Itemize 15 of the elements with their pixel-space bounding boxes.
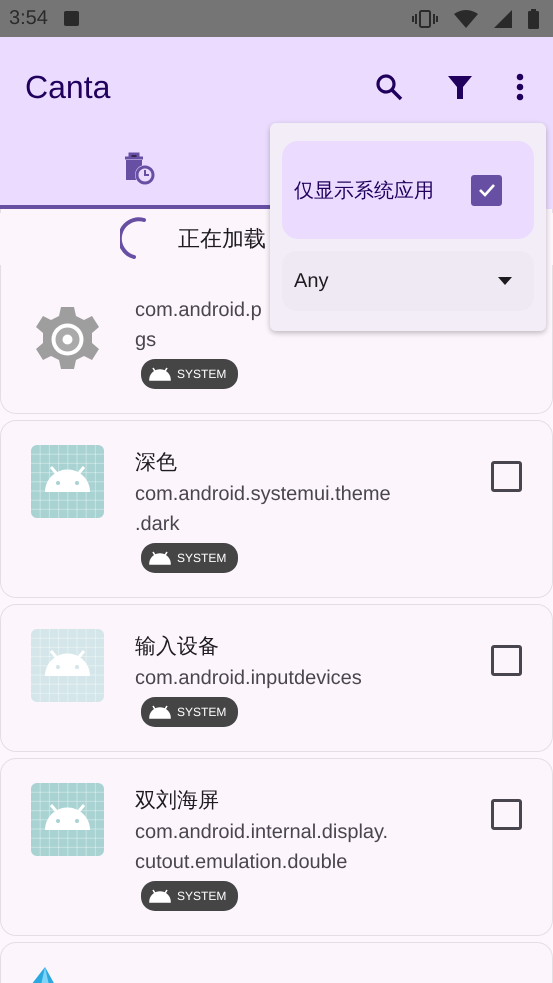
package-name: com.android.p gs [135,298,262,353]
loading-text: 正在加载 [178,226,266,254]
system-badge: SYSTEM [141,881,238,911]
app-name: 深色 [135,449,178,476]
app-title: Canta [25,68,112,106]
system-badge: SYSTEM [141,697,238,727]
system-badge: SYSTEM [141,543,238,573]
package-name: com.android.internal.display. cutout.emulation.double [135,820,388,875]
system-badge: SYSTEM [141,359,238,389]
package-name: com.android.systemui.theme .dark [135,482,391,537]
app-name: 双刘海屏 [135,787,220,814]
package-name: com.android.inputdevices [135,666,362,691]
app-name: 输入设备 [135,633,220,660]
option-label: 仅显示系统应用 [294,176,435,204]
status-time: 3:54 [9,7,48,30]
